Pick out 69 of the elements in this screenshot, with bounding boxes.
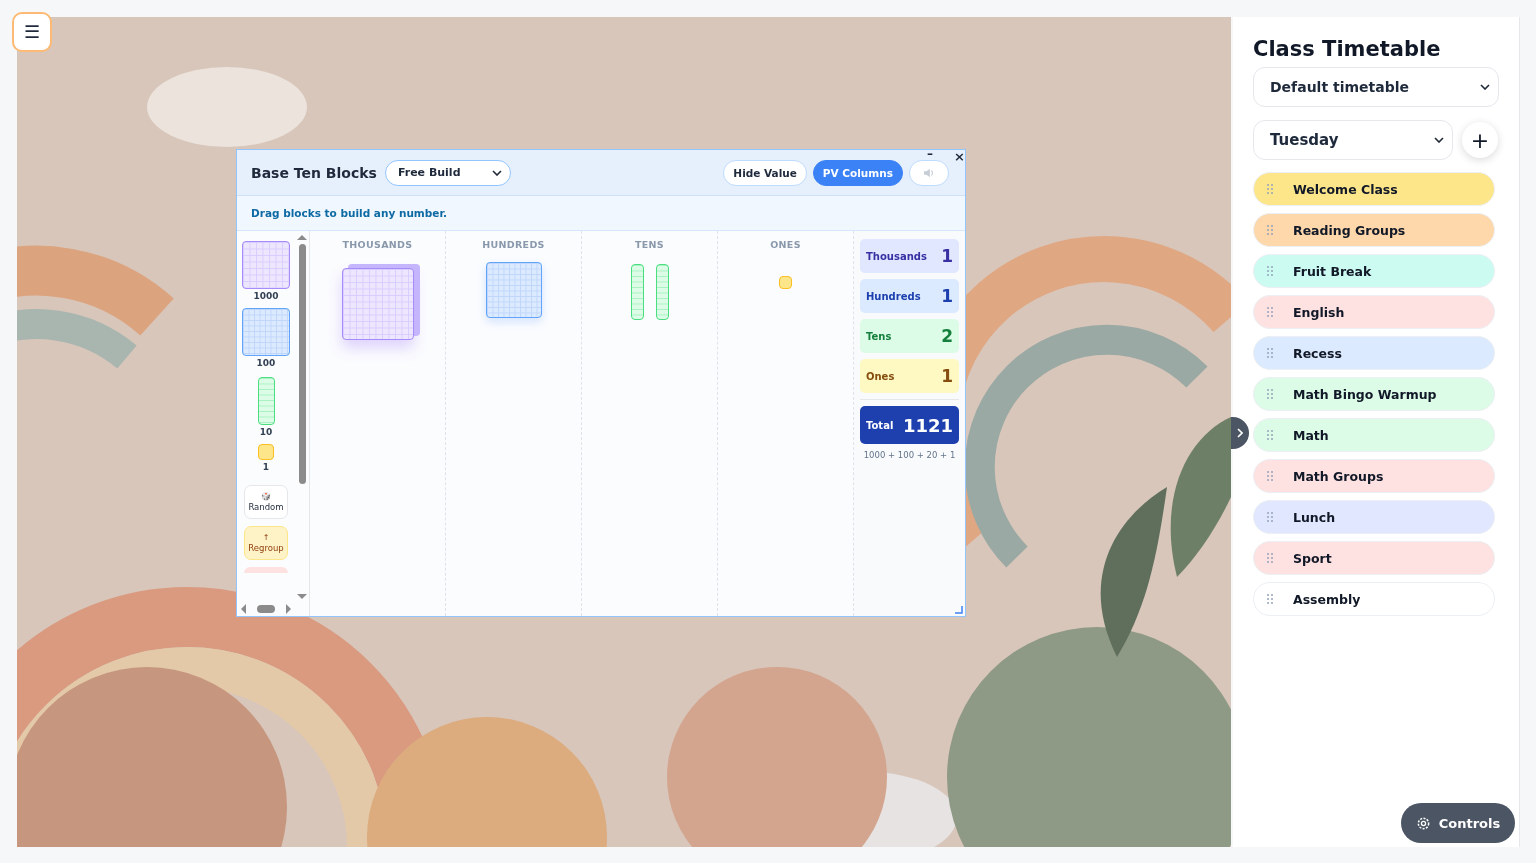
drag-handle-icon: [1267, 594, 1273, 604]
column-heading: HUNDREDS: [482, 239, 545, 250]
drag-handle-icon: [1267, 225, 1273, 235]
unit-block[interactable]: [779, 276, 792, 289]
unit-block[interactable]: [258, 444, 274, 460]
controls-button[interactable]: Controls: [1401, 803, 1515, 843]
column-heading: TENS: [635, 239, 664, 250]
sidebar-title: Class Timetable: [1253, 37, 1442, 61]
timetable-item[interactable]: Recess: [1253, 336, 1495, 370]
toggle-button[interactable]: Hide Value: [723, 159, 807, 186]
minimize-button[interactable]: –: [927, 147, 933, 161]
chevron-icon: [1480, 84, 1490, 90]
drag-handle-icon: [1267, 348, 1273, 358]
drag-handle-icon: [1267, 184, 1273, 194]
timetable-item[interactable]: Math: [1253, 418, 1495, 452]
action-button[interactable]: 🎲 Random: [244, 485, 288, 519]
total-card: Total 1121: [860, 406, 959, 444]
drag-handle-icon: [1267, 553, 1273, 563]
horizontal-scrollbar[interactable]: [241, 604, 291, 614]
action-button[interactable]: ↑ Regroup: [244, 526, 288, 560]
drag-handle-icon: [1267, 512, 1273, 522]
settings-icon: [1415, 815, 1431, 831]
add-button[interactable]: +: [1462, 122, 1498, 158]
column-heading: THOUSANDS: [342, 239, 413, 250]
place-value-counter: Tens 2: [860, 319, 959, 353]
place-value-counter: Ones 1: [860, 359, 959, 393]
timetable-item[interactable]: Math Groups: [1253, 459, 1495, 493]
widget-title: Base Ten Blocks: [251, 164, 377, 181]
column-heading: ONES: [770, 239, 801, 250]
chevron-icon: [491, 169, 502, 176]
drag-handle-icon: [1267, 389, 1273, 399]
speaker-icon: [923, 167, 935, 178]
place-value-counter: Thousands 1: [860, 239, 959, 273]
timetable-dropdown[interactable]: Default timetable: [1253, 67, 1499, 107]
menu-button[interactable]: ☰: [12, 12, 52, 52]
day-dropdown[interactable]: Tuesday: [1253, 120, 1453, 160]
scrollbar[interactable]: [296, 235, 308, 599]
rod-block[interactable]: [257, 377, 275, 425]
timetable-item[interactable]: Assembly: [1253, 582, 1495, 616]
timetable-item[interactable]: Fruit Break: [1253, 254, 1495, 288]
instruction-text: Drag blocks to build any number.: [251, 207, 448, 219]
flat-block[interactable]: [242, 308, 290, 356]
timetable-item[interactable]: Welcome Class: [1253, 172, 1495, 206]
chevron-icon: [1434, 137, 1444, 143]
timetable-item[interactable]: English: [1253, 295, 1495, 329]
rod-block[interactable]: [655, 264, 669, 320]
sound-button[interactable]: [909, 159, 949, 186]
toggle-button[interactable]: PV Columns: [812, 159, 903, 186]
block-value: 10: [259, 427, 273, 437]
timetable-item[interactable]: Math Bingo Warmup: [1253, 377, 1495, 411]
place-value-counter: Hundreds 1: [860, 279, 959, 313]
timetable-item[interactable]: Sport: [1253, 541, 1495, 575]
drag-handle-icon: [1267, 430, 1273, 440]
cube-block[interactable]: [242, 241, 290, 289]
chevron-icon: [1237, 428, 1243, 438]
expanded-form: 1000 + 100 + 20 + 1: [862, 450, 957, 460]
block-value: 1: [262, 462, 270, 472]
block-value: 1000: [253, 291, 279, 301]
block-value: 100: [256, 358, 276, 368]
close-button[interactable]: ×: [954, 149, 965, 164]
timetable-item[interactable]: Lunch: [1253, 500, 1495, 534]
rod-block[interactable]: [630, 264, 644, 320]
mode-dropdown[interactable]: Free Build: [384, 159, 511, 186]
resize-handle-icon[interactable]: [955, 606, 963, 614]
drag-handle-icon: [1267, 307, 1273, 317]
drag-handle-icon: [1267, 471, 1273, 481]
timetable-item[interactable]: Reading Groups: [1253, 213, 1495, 247]
drag-handle-icon: [1267, 266, 1273, 276]
flat-block[interactable]: [485, 262, 542, 318]
